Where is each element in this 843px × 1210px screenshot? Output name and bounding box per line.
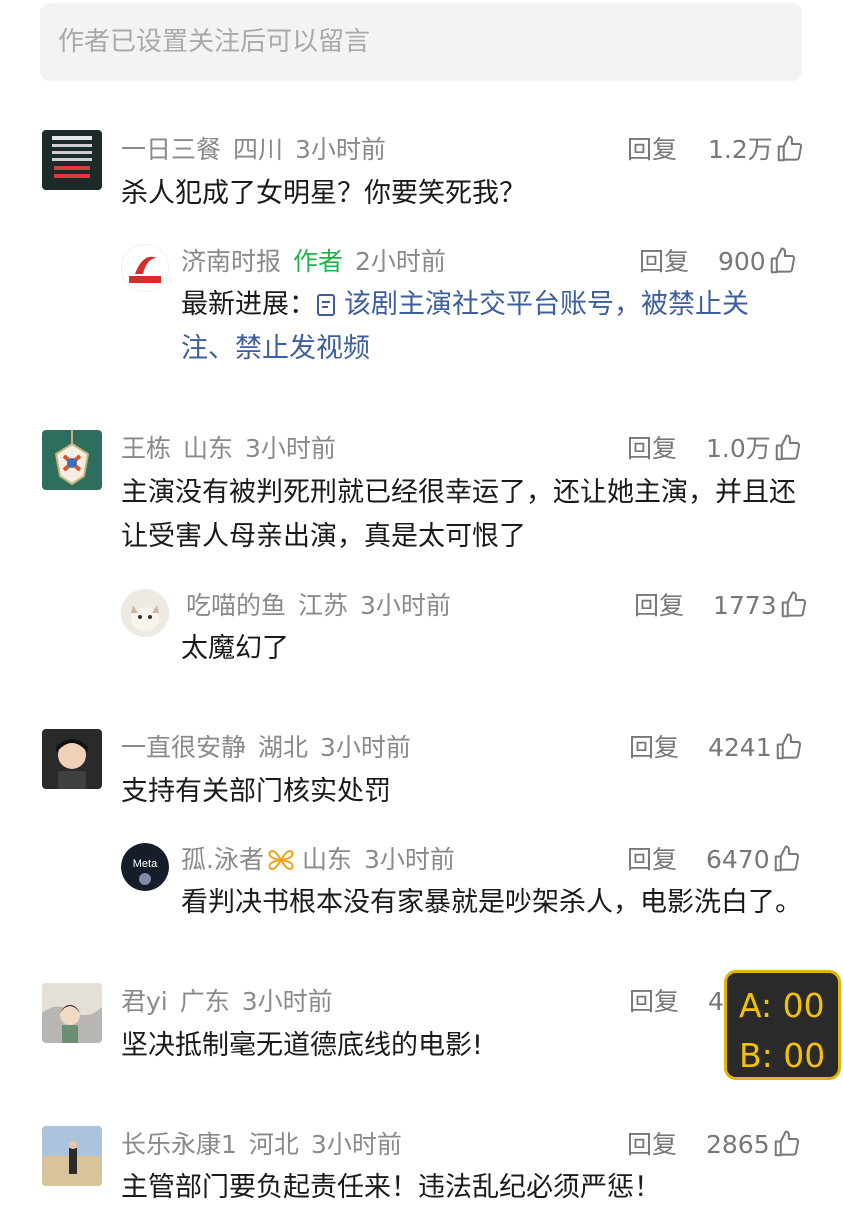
reply-button[interactable]: 回复	[627, 1129, 677, 1161]
butterfly-badge-icon	[268, 850, 294, 870]
timestamp: 3小时前	[320, 733, 411, 762]
avatar[interactable]	[42, 130, 102, 190]
like-button[interactable]: 1.0万	[706, 433, 803, 465]
avatar[interactable]	[121, 589, 169, 637]
reply-button[interactable]: 回复	[629, 986, 679, 1018]
comment-text: 杀人犯成了女明星？你要笑死我？	[121, 178, 526, 209]
reply-text: 看判决书根本没有家暴就是吵架杀人，电影洗白了。	[181, 887, 802, 918]
reply-button[interactable]: 回复	[634, 590, 684, 622]
comment-text: 主管部门要负起责任来！违法乱纪必须严惩！	[121, 1172, 661, 1203]
like-button[interactable]: 4	[708, 986, 724, 1018]
timestamp: 3小时前	[360, 591, 451, 620]
reply-button[interactable]: 回复	[627, 433, 677, 465]
username[interactable]: 王栋	[121, 434, 171, 463]
timestamp: 3小时前	[310, 1130, 402, 1159]
like-button[interactable]: 1773	[713, 590, 809, 622]
username[interactable]: 君yi	[121, 987, 168, 1016]
avatar[interactable]	[42, 983, 102, 1043]
comment-text-line-1: 主演没有被判死刑就已经很幸运了，还让她主演，并且还	[121, 477, 796, 508]
location: 广东	[179, 987, 230, 1016]
reply-meta: 孤.泳者 山东 3小时前	[181, 844, 455, 876]
location: 山东	[301, 845, 352, 874]
reply-text: 最新进展： 该剧主演社交平台账号，被禁止关	[181, 283, 749, 327]
comment-text: 支持有关部门核实处罚	[121, 776, 391, 807]
username[interactable]: 济南时报	[181, 247, 281, 276]
document-icon	[317, 294, 335, 316]
location: 河北	[248, 1130, 299, 1159]
avatar[interactable]	[42, 729, 102, 789]
comment-text: 坚决抵制毫无道德底线的电影!	[121, 1030, 483, 1061]
like-button[interactable]: 4241	[708, 732, 804, 764]
username[interactable]: 一日三餐	[121, 135, 221, 164]
reply-text: 太魔幻了	[181, 633, 289, 664]
thumbs-up-icon	[775, 434, 800, 461]
comment-meta: 一直很安静 湖北 3小时前	[121, 732, 411, 764]
location: 湖北	[258, 733, 309, 762]
reply-button[interactable]: 回复	[639, 246, 689, 278]
username[interactable]: 孤.泳者	[181, 845, 264, 874]
comment-meta: 长乐永康1 河北 3小时前	[121, 1129, 402, 1161]
thumbs-up-icon	[776, 733, 801, 760]
like-count: 4241	[708, 733, 772, 762]
like-button[interactable]: 900	[718, 246, 798, 278]
reply-prefix: 最新进展：	[181, 289, 316, 320]
like-count: 2865	[706, 1130, 770, 1159]
reply-button[interactable]: 回复	[629, 732, 679, 764]
overlay-line-b: B: 00	[739, 1036, 826, 1075]
thumbs-up-icon	[770, 247, 795, 274]
like-count: 1.0万	[706, 434, 771, 463]
reply-meta: 济南时报 作者 2小时前	[181, 246, 446, 278]
article-link[interactable]: 该剧主演社交平台账号，被禁止关	[316, 289, 749, 320]
like-count: 6470	[706, 845, 770, 874]
comment-meta: 君yi 广东 3小时前	[121, 986, 333, 1018]
like-button[interactable]: 1.2万	[708, 134, 805, 166]
avatar[interactable]	[121, 244, 169, 292]
comment-restriction-notice: 作者已设置关注后可以留言	[40, 3, 802, 81]
location: 山东	[183, 434, 234, 463]
comment-meta: 王栋 山东 3小时前	[121, 433, 336, 465]
thumbs-up-icon	[774, 1130, 799, 1157]
comment-meta: 一日三餐 四川 3小时前	[121, 134, 386, 166]
author-badge: 作者	[293, 247, 344, 276]
overlay-line-a: A: 00	[739, 986, 825, 1025]
username[interactable]: 长乐永康1	[121, 1130, 237, 1159]
timestamp: 2小时前	[355, 247, 446, 276]
username[interactable]: 吃喵的鱼	[186, 591, 286, 620]
reply-button[interactable]: 回复	[627, 134, 677, 166]
location: 四川	[233, 135, 284, 164]
avatar[interactable]	[42, 1126, 102, 1186]
timestamp: 3小时前	[295, 135, 386, 164]
like-count: 4	[708, 987, 724, 1016]
meta-logo-text: Meta	[133, 858, 158, 870]
like-button[interactable]: 2865	[706, 1129, 802, 1161]
like-count: 1.2万	[708, 135, 773, 164]
username[interactable]: 一直很安静	[121, 733, 246, 762]
reply-meta: 吃喵的鱼 江苏 3小时前	[186, 590, 451, 622]
avatar[interactable]	[42, 430, 102, 490]
thumbs-up-icon	[781, 591, 806, 618]
avatar[interactable]: Meta	[121, 843, 169, 891]
article-link-text[interactable]: 该剧主演社交平台账号，被禁止关	[344, 289, 749, 320]
location: 江苏	[298, 591, 349, 620]
score-overlay: A: 00 B: 00	[724, 970, 841, 1080]
thumbs-up-icon	[774, 845, 799, 872]
like-count: 900	[718, 247, 766, 276]
thumbs-up-icon	[777, 135, 802, 162]
article-link-continued[interactable]: 注、禁止发视频	[181, 327, 370, 371]
timestamp: 3小时前	[363, 845, 455, 874]
like-button[interactable]: 6470	[706, 844, 802, 876]
reply-button[interactable]: 回复	[627, 844, 677, 876]
timestamp: 3小时前	[245, 434, 336, 463]
timestamp: 3小时前	[241, 987, 333, 1016]
comment-text-line-2: 让受害人母亲出演，真是太可恨了	[121, 521, 526, 552]
like-count: 1773	[713, 591, 777, 620]
